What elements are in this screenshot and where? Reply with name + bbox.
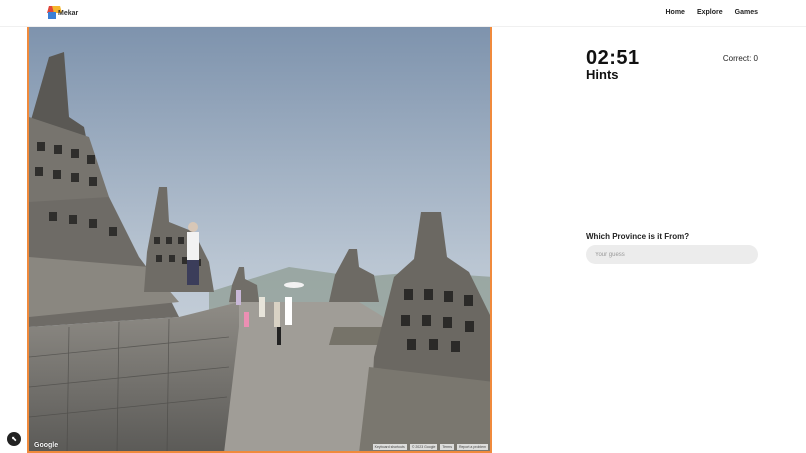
guess-input[interactable]	[586, 245, 758, 264]
keyboard-shortcuts-link[interactable]: Keyboard shortcuts	[372, 444, 407, 450]
nav-explore[interactable]: Explore	[697, 9, 723, 16]
correct-counter: Correct: 0	[722, 54, 758, 63]
hints-button[interactable]: Hints	[586, 67, 619, 82]
copyright-text: © 2023 Google	[409, 444, 438, 450]
mekar-logo[interactable]: Mekar	[47, 5, 80, 21]
top-nav-bar: Mekar Home Explore Games	[0, 0, 806, 27]
street-view-panorama[interactable]: Google Keyboard shortcuts © 2023 Google …	[27, 27, 492, 453]
report-problem-link[interactable]: Report a problem	[456, 444, 488, 450]
google-watermark: Google	[34, 442, 59, 449]
nav-games[interactable]: Games	[735, 9, 758, 16]
panorama-image	[29, 27, 490, 451]
map-footer: Keyboard shortcuts © 2023 Google Terms R…	[372, 444, 488, 450]
logo-text: Mekar	[58, 10, 79, 17]
main-nav: Home Explore Games	[666, 9, 759, 16]
terms-link[interactable]: Terms	[440, 444, 454, 450]
logo-tile-blue	[48, 12, 56, 19]
question-text: Which Province is it From?	[586, 232, 690, 241]
nav-home[interactable]: Home	[666, 9, 685, 16]
compass-icon[interactable]: ⬉	[7, 432, 21, 446]
